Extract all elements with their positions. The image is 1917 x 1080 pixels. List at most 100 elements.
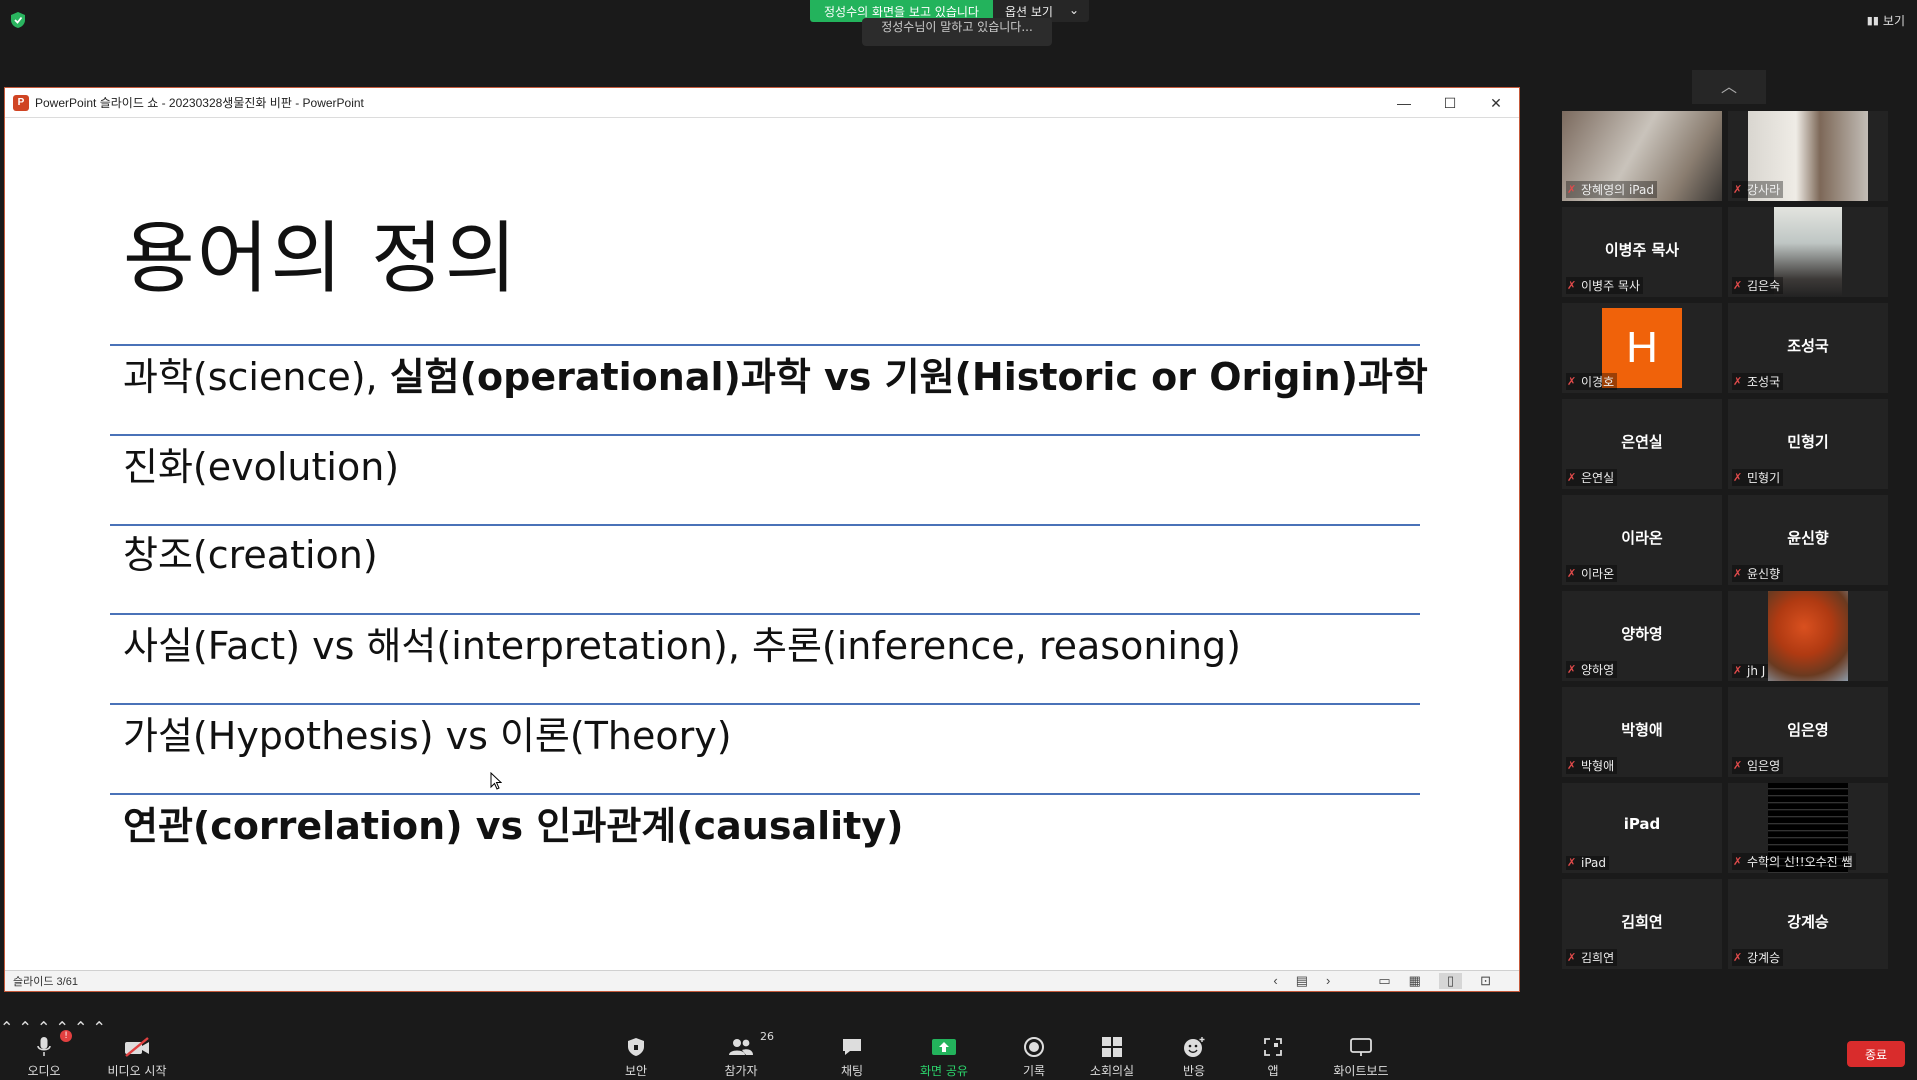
participant-name-label: ✗ 민형기 — [1732, 469, 1784, 486]
slide-item-4: 사실(Fact) vs 해석(interpretation), 추론(infer… — [123, 615, 1241, 670]
muted-mic-icon: ✗ — [1567, 856, 1577, 869]
participant-display-name: 이라온 — [1621, 529, 1663, 547]
participant-tile[interactable]: 양하영 ✗ 양하영 — [1562, 591, 1722, 681]
previous-slide-icon[interactable]: ‹ — [1273, 973, 1277, 989]
participant-display-name: 민형기 — [1787, 433, 1829, 451]
participant-tile[interactable]: iPad ✗ iPad — [1562, 783, 1722, 873]
muted-mic-icon: ✗ — [1567, 374, 1577, 388]
participant-tile[interactable]: 윤신향 ✗ 윤신향 — [1728, 495, 1888, 585]
participant-name: 장혜영의 iPad — [1581, 183, 1654, 197]
participant-tile[interactable]: 이병주 목사 ✗ 이병주 목사 — [1562, 207, 1722, 297]
apps-label: 앱 — [1267, 1064, 1279, 1078]
slide-item-1-bold: 실험(operational)과학 vs 기원(Historic or Orig… — [389, 355, 1428, 399]
share-screen-button[interactable]: 화면 공유 — [916, 1034, 972, 1079]
mouse-pointer-icon — [490, 772, 502, 790]
slideshow-view-icon[interactable]: ⊡ — [1480, 973, 1491, 989]
shield-icon — [628, 1038, 644, 1056]
slide-title: 용어의 정의 — [123, 214, 519, 304]
normal-view-icon[interactable]: ▭ — [1378, 973, 1390, 989]
breakout-rooms-button[interactable]: 소회의실 — [1086, 1034, 1138, 1079]
participant-tile[interactable]: 민형기 ✗ 민형기 — [1728, 399, 1888, 489]
record-label: 기록 — [1022, 1064, 1046, 1078]
slide-item-6-bold: 연관(correlation) vs 인과관계(causality) — [123, 804, 904, 848]
participant-tile[interactable]: 은연실 ✗ 은연실 — [1562, 399, 1722, 489]
participant-name: 임은영 — [1747, 759, 1781, 773]
breakout-label: 소회의실 — [1089, 1064, 1135, 1078]
participant-name: 은연실 — [1581, 471, 1615, 485]
microphone-icon — [37, 1037, 51, 1056]
participant-name-label: ✗ 은연실 — [1566, 469, 1618, 486]
muted-mic-icon: ✗ — [1733, 950, 1743, 964]
slide-menu-icon[interactable]: ▤ — [1296, 973, 1308, 989]
participant-name-label: ✗ 강사라 — [1732, 181, 1784, 198]
gallery-scroll-up-button[interactable]: ︿ — [1692, 70, 1766, 104]
video-off-icon — [125, 1037, 149, 1057]
whiteboard-icon — [1350, 1038, 1372, 1056]
participant-name: 강계승 — [1747, 951, 1781, 965]
participant-name-label: ✗ 김은숙 — [1732, 277, 1784, 294]
participant-tile[interactable]: ✗ 김은숙 — [1728, 207, 1888, 297]
participants-button[interactable]: 26 참가자 — [718, 1030, 774, 1079]
audio-button[interactable]: ! 오디오 — [24, 1030, 72, 1079]
slide-item-6: 연관(correlation) vs 인과관계(causality) — [123, 795, 903, 850]
close-button[interactable]: ✕ — [1473, 88, 1519, 118]
participant-display-name: 강계승 — [1787, 913, 1829, 931]
minimize-button[interactable]: — — [1381, 88, 1427, 118]
view-button[interactable]: ▮▮ 보기 — [1867, 12, 1905, 29]
muted-mic-icon: ✗ — [1733, 664, 1743, 677]
participant-name-label: ✗ 강계승 — [1732, 949, 1784, 966]
participant-tile[interactable]: 박형애 ✗ 박형애 — [1562, 687, 1722, 777]
participant-tile[interactable]: 김희연 ✗ 김희연 — [1562, 879, 1722, 969]
participant-name-label: ✗ 윤신향 — [1732, 565, 1784, 582]
record-button[interactable]: 기록 — [1018, 1034, 1050, 1079]
start-video-button[interactable]: 비디오 시작 — [104, 1034, 170, 1079]
muted-mic-icon: ✗ — [1733, 182, 1743, 196]
next-slide-icon[interactable]: › — [1326, 973, 1330, 989]
whiteboard-button[interactable]: 화이트보드 — [1330, 1034, 1392, 1079]
end-meeting-button[interactable]: 종료 — [1847, 1041, 1905, 1067]
slide-sorter-icon[interactable]: ▦ — [1409, 973, 1421, 989]
muted-mic-icon: ✗ — [1733, 758, 1743, 772]
participant-display-name: 이병주 목사 — [1604, 241, 1680, 259]
apps-button[interactable]: 앱 — [1260, 1034, 1286, 1079]
ppt-window-title: PowerPoint 슬라이드 쇼 - 20230328생물진화 비판 - Po… — [35, 96, 364, 110]
participant-tile[interactable]: ✗ 장혜영의 iPad — [1562, 111, 1722, 201]
participant-name-label: ✗ 이라온 — [1566, 565, 1618, 582]
participants-icon — [729, 1039, 753, 1055]
participant-name: 수학의 신!!오수진 쌤 — [1747, 855, 1853, 869]
participant-name: 김희연 — [1581, 951, 1615, 965]
participant-tile[interactable]: ✗ 수학의 신!!오수진 쌤 — [1728, 783, 1888, 873]
audio-options-caret-icon[interactable]: ⌃ — [0, 1018, 13, 1037]
participant-tile[interactable]: H ✗ 이경호 — [1562, 303, 1722, 393]
participant-name: iPad — [1581, 856, 1607, 870]
security-button[interactable]: 보안 — [620, 1034, 652, 1079]
participant-name: 양하영 — [1581, 663, 1615, 677]
participant-display-name: 박형애 — [1621, 721, 1663, 739]
apps-icon — [1264, 1038, 1282, 1056]
chat-icon — [843, 1039, 861, 1055]
participant-display-name: 윤신향 — [1787, 529, 1829, 547]
participant-name: 윤신향 — [1747, 567, 1781, 581]
ppt-statusbar: 슬라이드 3/61 ‹ ▤ › ▭ ▦ ▯ ⊡ — [5, 970, 1519, 991]
security-shield-icon[interactable] — [10, 11, 26, 29]
maximize-button[interactable]: ☐ — [1427, 88, 1473, 118]
apps-options-caret-icon[interactable]: ⌃ — [74, 1018, 87, 1037]
reaction-smiley-icon — [1184, 1037, 1205, 1057]
reading-view-icon[interactable]: ▯ — [1438, 973, 1463, 989]
whiteboard-label: 화이트보드 — [1333, 1064, 1389, 1078]
participant-tile[interactable]: ✗ 강사라 — [1728, 111, 1888, 201]
participant-tile[interactable]: 강계승 ✗ 강계승 — [1728, 879, 1888, 969]
participant-tile[interactable]: 이라온 ✗ 이라온 — [1562, 495, 1722, 585]
participant-tile[interactable]: 조성국 ✗ 조성국 — [1728, 303, 1888, 393]
chat-button[interactable]: 채팅 — [836, 1034, 868, 1079]
participant-tile[interactable]: 임은영 ✗ 임은영 — [1728, 687, 1888, 777]
slide-item-3: 창조(creation) — [123, 524, 378, 579]
reactions-button[interactable]: 반응 — [1178, 1034, 1210, 1079]
participant-name-label: ✗ jh J — [1732, 664, 1769, 678]
share-label: 화면 공유 — [920, 1064, 968, 1078]
muted-mic-icon: ✗ — [1733, 278, 1743, 292]
participant-tile[interactable]: ✗ jh J — [1728, 591, 1888, 681]
muted-mic-icon: ✗ — [1567, 950, 1577, 964]
participant-display-name: 임은영 — [1787, 721, 1829, 739]
powerpoint-slideshow-window: P PowerPoint 슬라이드 쇼 - 20230328생물진화 비판 - … — [4, 87, 1520, 992]
